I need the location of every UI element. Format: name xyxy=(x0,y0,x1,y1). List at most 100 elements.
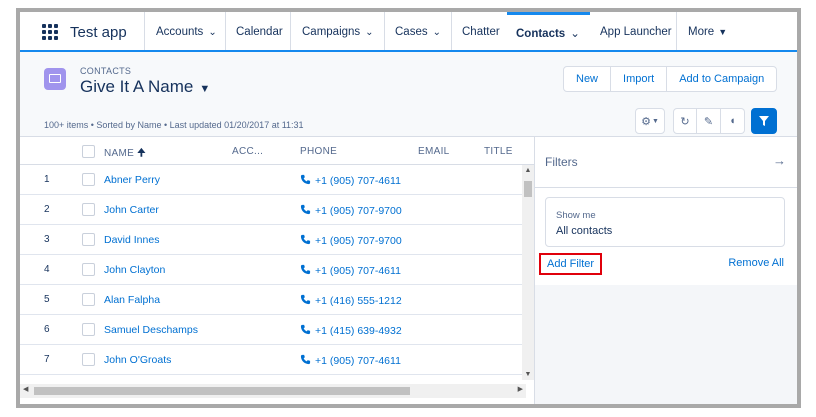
caret-down-icon[interactable]: ▼ xyxy=(718,27,727,37)
contact-name-link[interactable]: John O'Groats xyxy=(104,354,171,366)
row-checkbox[interactable] xyxy=(82,293,95,306)
phone-number[interactable]: +1 (905) 707-4611 xyxy=(315,355,401,367)
nav-divider xyxy=(451,12,452,50)
filters-panel-body: Filters → Show me All contacts Add Filte… xyxy=(535,137,797,285)
scroll-left-arrow-icon[interactable]: ◀ xyxy=(23,385,28,393)
row-checkbox[interactable] xyxy=(82,353,95,366)
phone-number[interactable]: +1 (905) 707-4611 xyxy=(315,265,401,277)
scroll-up-arrow-icon[interactable]: ▲ xyxy=(522,167,534,174)
row-checkbox[interactable] xyxy=(82,233,95,246)
table-row[interactable]: 1 Abner Perry +1 (905) 707-4611 xyxy=(20,165,534,195)
add-filter-link[interactable]: Add Filter xyxy=(539,253,603,275)
nav-divider xyxy=(290,12,291,50)
column-header-name[interactable]: NAME 🠉 xyxy=(104,146,146,163)
column-header-phone[interactable]: PHONE xyxy=(300,146,337,157)
nav-item-app-launcher[interactable]: App Launcher xyxy=(600,26,672,38)
phone-number[interactable]: +1 (905) 707-4611 xyxy=(315,175,401,187)
filters-title: Filters xyxy=(545,155,578,169)
column-header-title[interactable]: TITLE xyxy=(484,146,513,157)
contact-name-link[interactable]: Samuel Deschamps xyxy=(104,324,198,336)
refresh-icon[interactable]: ↻ xyxy=(673,108,697,134)
chevron-down-icon[interactable]: ⌄ xyxy=(570,28,580,40)
sort-arrow-up-icon: 🠉 xyxy=(137,148,146,159)
nav-item-campaigns[interactable]: Campaigns ⌄ xyxy=(302,26,374,38)
column-header-email[interactable]: EMAIL xyxy=(418,146,450,157)
show-me-filter-card[interactable]: Show me All contacts xyxy=(545,197,785,247)
new-button[interactable]: New xyxy=(564,67,612,91)
list-meta-info: 100+ items • Sorted by Name • Last updat… xyxy=(44,120,304,130)
table-row[interactable]: 3 David Innes +1 (905) 707-9700 xyxy=(20,225,534,255)
scrollbar-thumb[interactable] xyxy=(34,387,410,395)
chevron-down-icon[interactable]: ⌄ xyxy=(365,27,373,38)
table-row[interactable]: 2 John Carter +1 (905) 707-9700 xyxy=(20,195,534,225)
phone-icon xyxy=(300,264,315,277)
phone-link[interactable]: +1 (905) 707-4611 xyxy=(300,174,401,187)
row-checkbox[interactable] xyxy=(82,263,95,276)
phone-link[interactable]: +1 (905) 707-9700 xyxy=(300,234,402,247)
add-to-campaign-button[interactable]: Add to Campaign xyxy=(667,67,776,91)
table-vertical-scrollbar[interactable]: ▲ ▼ xyxy=(522,165,534,380)
phone-link[interactable]: +1 (905) 707-4611 xyxy=(300,264,401,277)
phone-number[interactable]: +1 (416) 555-1212 xyxy=(315,295,402,307)
chevron-down-icon[interactable]: ⌄ xyxy=(208,27,216,38)
app-window: Test app Accounts ⌄ Calendar Campaigns ⌄ C… xyxy=(16,8,801,408)
table-row[interactable]: 4 John Clayton +1 (905) 707-4611 xyxy=(20,255,534,285)
table-row[interactable]: 6 Samuel Deschamps +1 (415) 639-4932 xyxy=(20,315,534,345)
contact-name-link[interactable]: Alan Falpha xyxy=(104,294,160,306)
filter-icon[interactable] xyxy=(751,108,777,134)
caret-down-icon[interactable]: ▼ xyxy=(199,83,210,95)
list-view-switcher[interactable]: Give It A Name ▼ xyxy=(80,77,210,97)
phone-number[interactable]: +1 (905) 707-9700 xyxy=(315,235,402,247)
nav-divider xyxy=(384,12,385,50)
row-number: 5 xyxy=(44,294,50,305)
row-number: 4 xyxy=(44,264,50,275)
contacts-table: NAME 🠉 ACC... PHONE EMAIL TITLE 1 Abner P… xyxy=(20,137,534,377)
app-launcher-grid-icon[interactable] xyxy=(42,24,60,40)
select-all-checkbox[interactable] xyxy=(82,145,95,158)
contact-name-link[interactable]: Abner Perry xyxy=(104,174,160,186)
show-me-label: Show me xyxy=(556,210,596,221)
contact-name-link[interactable]: David Innes xyxy=(104,234,159,246)
close-filters-arrow-icon[interactable]: → xyxy=(773,153,786,168)
phone-icon xyxy=(300,174,315,187)
list-settings-gear-icon[interactable]: ⚙ ▼ xyxy=(635,108,665,134)
table-horizontal-scrollbar[interactable]: ◀ ▶ xyxy=(20,384,526,398)
scrollbar-thumb[interactable] xyxy=(524,181,532,197)
charts-pie-icon[interactable]: ◖ xyxy=(721,108,745,134)
phone-link[interactable]: +1 (905) 707-9700 xyxy=(300,204,402,217)
nav-item-chatter[interactable]: Chatter xyxy=(462,26,500,38)
table-row[interactable]: 5 Alan Falpha +1 (416) 555-1212 xyxy=(20,285,534,315)
contact-name-link[interactable]: John Clayton xyxy=(104,264,165,276)
phone-icon xyxy=(300,234,315,247)
phone-link[interactable]: +1 (416) 555-1212 xyxy=(300,294,402,307)
import-button[interactable]: Import xyxy=(611,67,668,91)
row-number: 1 xyxy=(44,174,50,185)
nav-item-cases[interactable]: Cases ⌄ xyxy=(395,26,441,38)
phone-icon xyxy=(300,294,315,307)
nav-item-contacts[interactable]: Contacts ⌄ xyxy=(516,26,580,40)
row-number: 3 xyxy=(44,234,50,245)
edit-pencil-icon[interactable]: ✎ xyxy=(697,108,721,134)
phone-link[interactable]: +1 (415) 639-4932 xyxy=(300,324,402,337)
scroll-right-arrow-icon[interactable]: ▶ xyxy=(518,385,523,393)
remove-all-link[interactable]: Remove All xyxy=(728,257,784,269)
scroll-down-arrow-icon[interactable]: ▼ xyxy=(522,371,534,378)
column-header-account[interactable]: ACC... xyxy=(232,146,263,157)
header-action-buttons: New Import Add to Campaign xyxy=(563,66,778,92)
nav-item-accounts[interactable]: Accounts ⌄ xyxy=(156,26,217,38)
row-checkbox[interactable] xyxy=(82,203,95,216)
nav-item-calendar[interactable]: Calendar xyxy=(236,26,283,38)
row-number: 2 xyxy=(44,204,50,215)
phone-number[interactable]: +1 (905) 707-9700 xyxy=(315,205,402,217)
phone-link[interactable]: +1 (905) 707-4611 xyxy=(300,354,401,367)
contact-name-link[interactable]: John Carter xyxy=(104,204,159,216)
phone-number[interactable]: +1 (415) 639-4932 xyxy=(315,325,402,337)
table-row[interactable]: 7 John O'Groats +1 (905) 707-4611 xyxy=(20,345,534,375)
app-name: Test app xyxy=(70,24,127,41)
nav-item-more[interactable]: More ▼ xyxy=(688,26,727,38)
row-checkbox[interactable] xyxy=(82,323,95,336)
object-label: CONTACTS xyxy=(80,66,132,76)
chevron-down-icon[interactable]: ⌄ xyxy=(433,27,441,38)
row-checkbox[interactable] xyxy=(82,173,95,186)
table-header: NAME 🠉 ACC... PHONE EMAIL TITLE xyxy=(20,137,534,165)
